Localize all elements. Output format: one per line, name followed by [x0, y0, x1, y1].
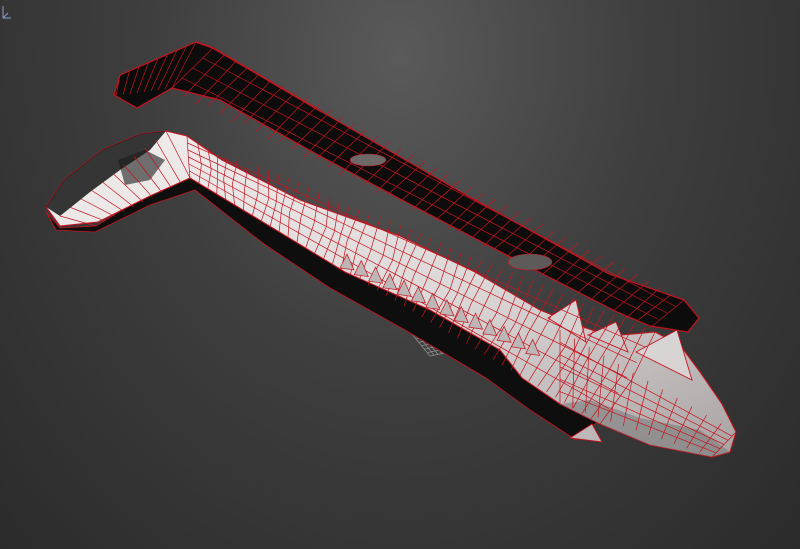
back-arm-underside-blob [349, 153, 387, 167]
3d-viewport[interactable] [0, 0, 800, 549]
axis-tripod-icon [2, 6, 11, 19]
back-arm-underside-blob [507, 253, 553, 271]
viewport-canvas[interactable] [0, 0, 800, 549]
